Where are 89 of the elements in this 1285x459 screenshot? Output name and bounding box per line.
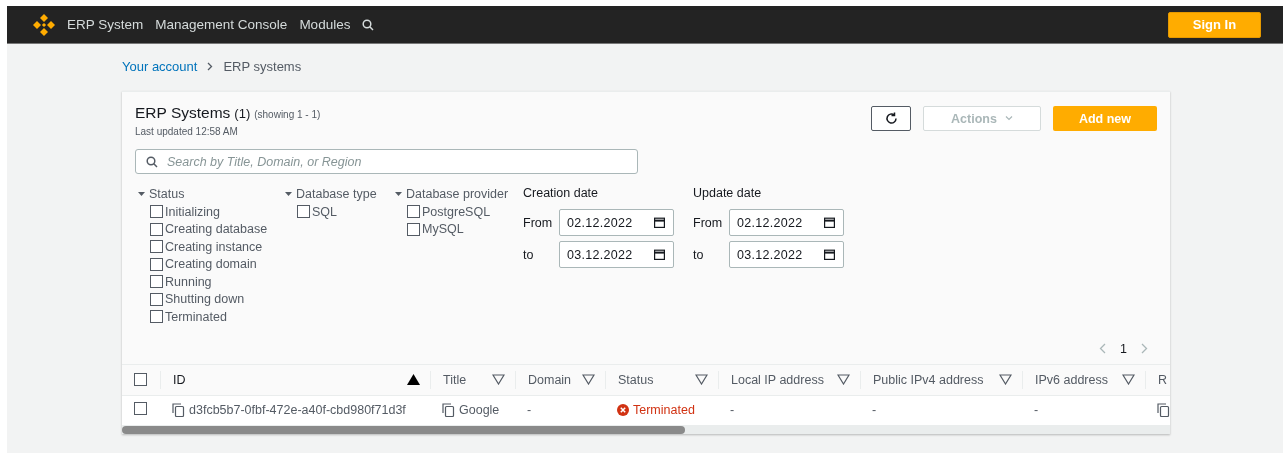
cell-text: - bbox=[730, 403, 735, 417]
checkbox[interactable] bbox=[150, 205, 163, 219]
calendar-icon[interactable] bbox=[824, 249, 835, 260]
checkbox[interactable] bbox=[150, 240, 163, 254]
copy-icon[interactable] bbox=[172, 403, 185, 417]
option-label[interactable]: Terminated bbox=[165, 309, 227, 324]
date-field[interactable]: 03.12.2022 bbox=[559, 241, 674, 268]
cell-text: - bbox=[1034, 403, 1039, 417]
date-filter-title: Update date bbox=[693, 186, 763, 202]
filter-title[interactable]: Database type bbox=[296, 187, 377, 201]
cell-text: Google bbox=[459, 403, 500, 417]
sort-icon[interactable] bbox=[695, 374, 708, 385]
scrollbar-thumb[interactable] bbox=[122, 425, 685, 434]
cell-text: d3fcb5b7-0fbf-472e-a40f-cbd980f71d3f bbox=[189, 403, 406, 417]
caret-icon[interactable] bbox=[395, 191, 402, 197]
sort-icon[interactable] bbox=[1122, 374, 1135, 385]
cell-text: - bbox=[527, 403, 532, 417]
logo-icon bbox=[33, 13, 55, 36]
brand-link[interactable]: ERP System bbox=[67, 17, 144, 32]
item-count: (1) bbox=[234, 106, 251, 121]
search-icon bbox=[146, 155, 158, 168]
option-label[interactable]: Creating instance bbox=[165, 239, 263, 254]
last-updated: Last updated 12:58 AM bbox=[135, 126, 239, 137]
option-label[interactable]: MySQL bbox=[422, 222, 464, 237]
option-label[interactable]: Running bbox=[165, 274, 212, 289]
column-header[interactable]: ID bbox=[173, 372, 186, 387]
chevron-down-icon bbox=[1004, 116, 1013, 121]
calendar-icon[interactable] bbox=[654, 217, 665, 228]
sort-ascending-icon[interactable] bbox=[407, 374, 420, 385]
search-input[interactable]: Search by Title, Domain, or Region bbox=[167, 154, 627, 169]
option-label[interactable]: Shutting down bbox=[165, 292, 245, 307]
panel-title: ERP Systems bbox=[135, 104, 231, 122]
checkbox[interactable] bbox=[150, 292, 163, 306]
cell-text: - bbox=[872, 403, 877, 417]
column-header[interactable]: Local IP address bbox=[731, 372, 824, 387]
date-field[interactable]: 03.12.2022 bbox=[729, 241, 844, 268]
option-label[interactable]: Creating domain bbox=[165, 257, 257, 272]
checkbox[interactable] bbox=[134, 373, 147, 386]
option-label[interactable]: Initializing bbox=[165, 204, 220, 219]
showing-range: (showing 1 - 1) bbox=[254, 109, 321, 120]
column-header[interactable]: Status bbox=[618, 372, 654, 387]
calendar-icon[interactable] bbox=[654, 249, 665, 260]
to-label: to bbox=[523, 247, 535, 262]
column-header[interactable]: IPv6 address bbox=[1035, 372, 1108, 387]
checkbox[interactable] bbox=[297, 205, 310, 219]
status-text: Terminated bbox=[633, 403, 695, 417]
checkbox[interactable] bbox=[150, 310, 163, 324]
caret-icon[interactable] bbox=[138, 191, 145, 197]
nav-link[interactable]: Management Console bbox=[155, 17, 288, 32]
caret-icon[interactable] bbox=[285, 191, 292, 197]
from-label: From bbox=[523, 215, 554, 230]
date-field[interactable]: 02.12.2022 bbox=[729, 209, 844, 236]
copy-icon[interactable] bbox=[1157, 403, 1170, 417]
chevron-right-icon bbox=[207, 61, 214, 71]
column-header[interactable]: R bbox=[1158, 372, 1168, 387]
date-filter-title: Creation date bbox=[523, 186, 600, 202]
checkbox[interactable] bbox=[150, 222, 163, 236]
refresh-icon bbox=[884, 112, 898, 125]
checkbox[interactable] bbox=[407, 205, 420, 219]
from-label: From bbox=[693, 215, 724, 230]
column-header[interactable]: Title bbox=[443, 372, 467, 387]
checkbox[interactable] bbox=[407, 222, 420, 236]
option-label[interactable]: Creating database bbox=[165, 222, 268, 237]
refresh-button[interactable] bbox=[871, 106, 911, 131]
breadcrumb-link[interactable]: Your account bbox=[122, 58, 198, 74]
copy-icon[interactable] bbox=[442, 403, 455, 417]
breadcrumb-current: ERP systems bbox=[223, 58, 302, 74]
calendar-icon[interactable] bbox=[824, 217, 835, 228]
sort-icon[interactable] bbox=[837, 374, 850, 385]
sort-icon[interactable] bbox=[492, 374, 505, 385]
nav-link[interactable]: Modules bbox=[299, 17, 351, 32]
search-icon[interactable] bbox=[362, 18, 375, 31]
horizontal-scrollbar[interactable] bbox=[122, 425, 1170, 434]
option-label[interactable]: SQL bbox=[312, 204, 337, 219]
to-label: to bbox=[693, 247, 705, 262]
option-label[interactable]: PostgreSQL bbox=[422, 204, 491, 219]
filter-title[interactable]: Database provider bbox=[406, 187, 509, 201]
filter-title[interactable]: Status bbox=[149, 187, 185, 201]
checkbox[interactable] bbox=[150, 275, 163, 289]
sort-icon[interactable] bbox=[999, 374, 1012, 385]
search-field[interactable]: Search by Title, Domain, or Region bbox=[135, 149, 638, 174]
sort-icon[interactable] bbox=[582, 374, 595, 385]
error-icon bbox=[617, 404, 629, 416]
checkbox[interactable] bbox=[150, 257, 163, 271]
page-number[interactable]: 1 bbox=[1120, 341, 1127, 356]
date-field[interactable]: 02.12.2022 bbox=[559, 209, 674, 236]
column-header[interactable]: Public IPv4 address bbox=[873, 372, 984, 387]
column-header[interactable]: Domain bbox=[528, 372, 572, 387]
checkbox[interactable] bbox=[134, 402, 147, 415]
